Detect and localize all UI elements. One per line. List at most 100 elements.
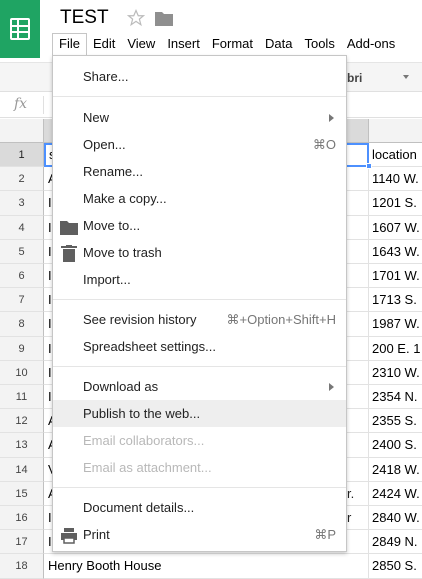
submenu-arrow-icon <box>329 114 334 122</box>
menu-label: Email as attachment... <box>83 460 212 475</box>
menu-label: Move to... <box>83 218 141 233</box>
cell[interactable]: location <box>369 143 422 168</box>
cell[interactable]: 2310 W. <box>369 361 422 385</box>
menu-edit[interactable]: Edit <box>87 33 121 55</box>
menu-label: Download as <box>83 379 159 394</box>
menu-label: Import... <box>83 272 131 287</box>
menu-divider <box>53 366 346 367</box>
row-header[interactable]: 17 <box>0 530 44 555</box>
menu-move-to-trash[interactable]: Move to trash <box>53 239 346 266</box>
menu-tools[interactable]: Tools <box>298 33 340 55</box>
cell[interactable]: 2840 W. <box>369 506 422 531</box>
menu-share[interactable]: Share... <box>53 63 346 90</box>
star-icon[interactable] <box>126 8 146 32</box>
row-header[interactable]: 10 <box>0 360 44 385</box>
table-row: 18 Henry Booth House 2850 S. <box>0 554 422 579</box>
menu-download-as[interactable]: Download as <box>53 373 346 400</box>
fx-icon: fx <box>14 96 28 112</box>
sheets-icon <box>10 18 30 40</box>
document-title[interactable]: TEST <box>60 7 109 29</box>
menu-data[interactable]: Data <box>259 33 298 55</box>
menu-label: Print <box>83 527 110 542</box>
selection-fill-handle[interactable] <box>366 163 372 169</box>
menu-file[interactable]: File <box>52 33 87 55</box>
shortcut-label: ⌘O <box>312 137 336 152</box>
menu-document-details[interactable]: Document details... <box>53 494 346 521</box>
row-header[interactable]: 15 <box>0 481 44 506</box>
cell[interactable]: 2849 N. <box>369 530 422 555</box>
cell[interactable]: 1607 W. <box>369 216 422 240</box>
cell[interactable]: 2850 S. <box>369 554 422 579</box>
row-header[interactable]: 2 <box>0 167 44 192</box>
cell[interactable]: 2355 S. <box>369 409 422 434</box>
menu-spreadsheet-settings[interactable]: Spreadsheet settings... <box>53 333 346 360</box>
cell[interactable]: 1987 W. <box>369 312 422 337</box>
row-header[interactable]: 8 <box>0 312 44 337</box>
menu-label: Spreadsheet settings... <box>83 339 216 354</box>
file-menu-dropdown: Share... New Open... ⌘O Rename... Make a … <box>52 55 347 552</box>
menu-label: Open... <box>83 137 126 152</box>
menu-open[interactable]: Open... ⌘O <box>53 131 346 158</box>
cell[interactable]: 1643 W. <box>369 240 422 264</box>
cell[interactable]: 2418 W. <box>369 458 422 482</box>
row-header[interactable]: 16 <box>0 506 44 531</box>
menu-publish-to-web[interactable]: Publish to the web... <box>53 400 346 427</box>
row-header[interactable]: 6 <box>0 264 44 289</box>
menu-label: Email collaborators... <box>83 433 205 448</box>
menu-revision-history[interactable]: See revision history ⌘+Option+Shift+H <box>53 306 346 333</box>
row-header[interactable]: 7 <box>0 288 44 313</box>
menu-addons[interactable]: Add-ons <box>341 33 401 55</box>
app-header: TEST File Edit View Insert Format Data T… <box>0 0 422 62</box>
menu-label: Make a copy... <box>83 191 167 206</box>
cell[interactable]: 1701 W. <box>369 264 422 289</box>
row-header[interactable]: 12 <box>0 409 44 434</box>
menu-label: Publish to the web... <box>83 406 201 421</box>
menu-format[interactable]: Format <box>206 33 259 55</box>
cell-overflow-text: r. <box>347 485 355 501</box>
cell[interactable]: 1713 S. <box>369 288 422 313</box>
menu-divider <box>53 96 346 97</box>
menu-label: Document details... <box>83 500 195 515</box>
menu-label: Share... <box>83 69 129 84</box>
chevron-down-icon <box>403 75 409 79</box>
cell[interactable]: 2354 N. <box>369 385 422 410</box>
cell[interactable]: 200 E. 1 <box>369 337 422 361</box>
cell[interactable]: 2400 S. <box>369 433 422 458</box>
submenu-arrow-icon <box>329 383 334 391</box>
cell[interactable]: 1201 S. <box>369 191 422 216</box>
column-header-b[interactable] <box>369 119 422 143</box>
row-header[interactable]: 9 <box>0 336 44 361</box>
shortcut-label: ⌘+Option+Shift+H <box>226 312 336 327</box>
menu-import[interactable]: Import... <box>53 266 346 293</box>
menu-rename[interactable]: Rename... <box>53 158 346 185</box>
menu-view[interactable]: View <box>121 33 161 55</box>
cell-overflow-text: r <box>347 510 352 525</box>
row-header[interactable]: 3 <box>0 191 44 216</box>
menu-bar: File Edit View Insert Format Data Tools … <box>52 33 401 55</box>
row-header[interactable]: 18 <box>0 554 44 579</box>
menu-email-collaborators: Email collaborators... <box>53 427 346 454</box>
row-header[interactable]: 14 <box>0 457 44 482</box>
menu-label: Rename... <box>83 164 143 179</box>
row-header[interactable]: 13 <box>0 433 44 458</box>
menu-label: See revision history <box>83 312 197 327</box>
cell[interactable]: 2424 W. <box>369 482 422 506</box>
row-header[interactable]: 11 <box>0 385 44 410</box>
menu-insert[interactable]: Insert <box>161 33 206 55</box>
row-header[interactable]: 5 <box>0 239 44 264</box>
print-icon <box>60 526 78 553</box>
folder-icon[interactable] <box>155 11 173 31</box>
row-header[interactable]: 1 <box>0 143 44 168</box>
row-header[interactable]: 4 <box>0 215 44 240</box>
divider <box>43 96 44 114</box>
cell[interactable]: 1140 W. <box>369 167 422 192</box>
menu-print[interactable]: Print ⌘P <box>53 521 346 548</box>
cell[interactable]: Henry Booth House <box>44 554 369 579</box>
menu-divider <box>53 299 346 300</box>
menu-move-to[interactable]: Move to... <box>53 212 346 239</box>
sheets-logo[interactable] <box>0 0 40 58</box>
font-family-select[interactable]: bri <box>335 67 417 89</box>
menu-new[interactable]: New <box>53 104 346 131</box>
select-all-corner[interactable] <box>0 119 44 143</box>
menu-make-copy[interactable]: Make a copy... <box>53 185 346 212</box>
